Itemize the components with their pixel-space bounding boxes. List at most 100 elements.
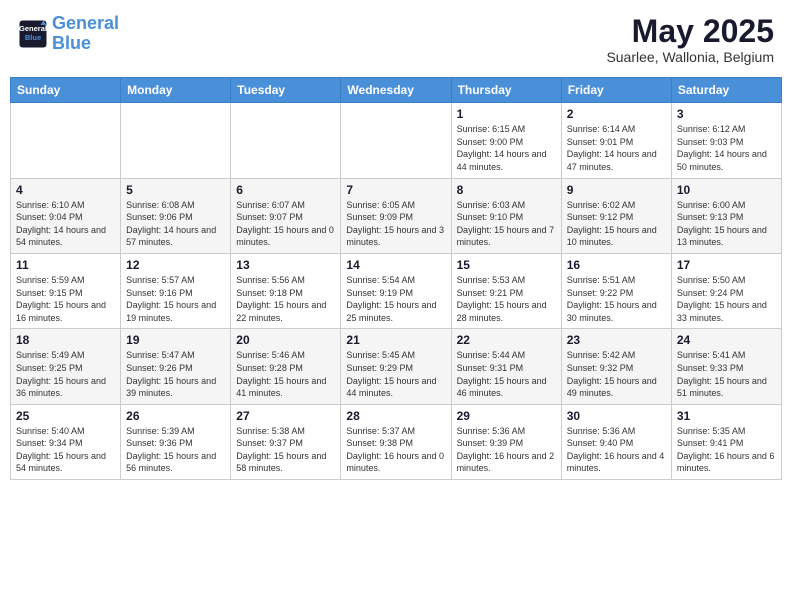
day-number: 6 xyxy=(236,183,335,197)
day-info: Sunrise: 6:07 AM Sunset: 9:07 PM Dayligh… xyxy=(236,199,335,249)
day-cell: 13Sunrise: 5:56 AM Sunset: 9:18 PM Dayli… xyxy=(231,253,341,328)
day-cell xyxy=(341,103,451,178)
logo: General Blue General Blue xyxy=(18,14,119,54)
day-cell: 1 Sunrise: 6:15 AM Sunset: 9:00 PM Daylig… xyxy=(451,103,561,178)
day-info: Sunrise: 5:39 AM Sunset: 9:36 PM Dayligh… xyxy=(126,425,225,475)
day-number: 26 xyxy=(126,409,225,423)
day-number: 1 xyxy=(457,107,556,121)
week-row-2: 4 Sunrise: 6:10 AM Sunset: 9:04 PM Daylig… xyxy=(11,178,782,253)
day-cell: 22 Sunrise: 5:44 AM Sunset: 9:31 PM Dayli… xyxy=(451,329,561,404)
day-cell: 16Sunrise: 5:51 AM Sunset: 9:22 PM Dayli… xyxy=(561,253,671,328)
day-info: Sunrise: 6:05 AM Sunset: 9:09 PM Dayligh… xyxy=(346,199,445,249)
day-info: Sunrise: 5:51 AM Sunset: 9:22 PM Dayligh… xyxy=(567,274,666,324)
day-cell: 11 Sunrise: 5:59 AM Sunset: 9:15 PM Dayli… xyxy=(11,253,121,328)
location-subtitle: Suarlee, Wallonia, Belgium xyxy=(606,49,774,65)
header-cell-thursday: Thursday xyxy=(451,78,561,103)
month-title: May 2025 xyxy=(606,14,774,49)
day-number: 10 xyxy=(677,183,776,197)
day-cell: 17 Sunrise: 5:50 AM Sunset: 9:24 PM Dayli… xyxy=(671,253,781,328)
header-row: SundayMondayTuesdayWednesdayThursdayFrid… xyxy=(11,78,782,103)
day-info: Sunrise: 5:50 AM Sunset: 9:24 PM Dayligh… xyxy=(677,274,776,324)
header-cell-wednesday: Wednesday xyxy=(341,78,451,103)
day-cell: 8Sunrise: 6:03 AM Sunset: 9:10 PM Daylig… xyxy=(451,178,561,253)
day-number: 20 xyxy=(236,333,335,347)
week-row-5: 25Sunrise: 5:40 AM Sunset: 9:34 PM Dayli… xyxy=(11,404,782,479)
day-cell: 23 Sunrise: 5:42 AM Sunset: 9:32 PM Dayli… xyxy=(561,329,671,404)
day-info: Sunrise: 5:57 AM Sunset: 9:16 PM Dayligh… xyxy=(126,274,225,324)
day-cell: 6 Sunrise: 6:07 AM Sunset: 9:07 PM Daylig… xyxy=(231,178,341,253)
week-row-3: 11 Sunrise: 5:59 AM Sunset: 9:15 PM Dayli… xyxy=(11,253,782,328)
day-cell: 14Sunrise: 5:54 AM Sunset: 9:19 PM Dayli… xyxy=(341,253,451,328)
day-number: 12 xyxy=(126,258,225,272)
day-number: 29 xyxy=(457,409,556,423)
day-info: Sunrise: 5:59 AM Sunset: 9:15 PM Dayligh… xyxy=(16,274,115,324)
day-cell: 27 Sunrise: 5:38 AM Sunset: 9:37 PM Dayli… xyxy=(231,404,341,479)
day-cell: 26 Sunrise: 5:39 AM Sunset: 9:36 PM Dayli… xyxy=(121,404,231,479)
day-info: Sunrise: 6:08 AM Sunset: 9:06 PM Dayligh… xyxy=(126,199,225,249)
day-cell: 3 Sunrise: 6:12 AM Sunset: 9:03 PM Daylig… xyxy=(671,103,781,178)
day-number: 2 xyxy=(567,107,666,121)
week-row-4: 18 Sunrise: 5:49 AM Sunset: 9:25 PM Dayli… xyxy=(11,329,782,404)
day-cell: 10Sunrise: 6:00 AM Sunset: 9:13 PM Dayli… xyxy=(671,178,781,253)
day-info: Sunrise: 6:10 AM Sunset: 9:04 PM Dayligh… xyxy=(16,199,115,249)
day-cell: 30 Sunrise: 5:36 AM Sunset: 9:40 PM Dayli… xyxy=(561,404,671,479)
svg-text:Blue: Blue xyxy=(25,33,41,42)
logo-line1: General xyxy=(52,13,119,33)
day-number: 17 xyxy=(677,258,776,272)
day-number: 30 xyxy=(567,409,666,423)
day-info: Sunrise: 5:42 AM Sunset: 9:32 PM Dayligh… xyxy=(567,349,666,399)
title-area: May 2025 Suarlee, Wallonia, Belgium xyxy=(606,14,774,65)
day-info: Sunrise: 5:44 AM Sunset: 9:31 PM Dayligh… xyxy=(457,349,556,399)
day-cell xyxy=(121,103,231,178)
day-number: 7 xyxy=(346,183,445,197)
day-number: 19 xyxy=(126,333,225,347)
day-number: 5 xyxy=(126,183,225,197)
day-number: 22 xyxy=(457,333,556,347)
header-cell-tuesday: Tuesday xyxy=(231,78,341,103)
day-cell: 9 Sunrise: 6:02 AM Sunset: 9:12 PM Daylig… xyxy=(561,178,671,253)
day-number: 21 xyxy=(346,333,445,347)
day-info: Sunrise: 5:40 AM Sunset: 9:34 PM Dayligh… xyxy=(16,425,115,475)
day-info: Sunrise: 6:12 AM Sunset: 9:03 PM Dayligh… xyxy=(677,123,776,173)
day-cell: 15Sunrise: 5:53 AM Sunset: 9:21 PM Dayli… xyxy=(451,253,561,328)
day-number: 27 xyxy=(236,409,335,423)
day-number: 3 xyxy=(677,107,776,121)
header-cell-monday: Monday xyxy=(121,78,231,103)
day-cell: 4 Sunrise: 6:10 AM Sunset: 9:04 PM Daylig… xyxy=(11,178,121,253)
day-number: 14 xyxy=(346,258,445,272)
day-number: 4 xyxy=(16,183,115,197)
day-info: Sunrise: 6:02 AM Sunset: 9:12 PM Dayligh… xyxy=(567,199,666,249)
day-cell: 28Sunrise: 5:37 AM Sunset: 9:38 PM Dayli… xyxy=(341,404,451,479)
day-info: Sunrise: 5:38 AM Sunset: 9:37 PM Dayligh… xyxy=(236,425,335,475)
day-info: Sunrise: 5:36 AM Sunset: 9:39 PM Dayligh… xyxy=(457,425,556,475)
day-cell: 7 Sunrise: 6:05 AM Sunset: 9:09 PM Daylig… xyxy=(341,178,451,253)
day-number: 18 xyxy=(16,333,115,347)
header-cell-saturday: Saturday xyxy=(671,78,781,103)
header-cell-sunday: Sunday xyxy=(11,78,121,103)
week-row-1: 1 Sunrise: 6:15 AM Sunset: 9:00 PM Daylig… xyxy=(11,103,782,178)
day-cell: 31 Sunrise: 5:35 AM Sunset: 9:41 PM Dayli… xyxy=(671,404,781,479)
calendar-table: SundayMondayTuesdayWednesdayThursdayFrid… xyxy=(10,77,782,480)
day-info: Sunrise: 6:15 AM Sunset: 9:00 PM Dayligh… xyxy=(457,123,556,173)
day-info: Sunrise: 5:56 AM Sunset: 9:18 PM Dayligh… xyxy=(236,274,335,324)
day-cell: 2 Sunrise: 6:14 AM Sunset: 9:01 PM Daylig… xyxy=(561,103,671,178)
day-cell xyxy=(11,103,121,178)
day-cell: 29 Sunrise: 5:36 AM Sunset: 9:39 PM Dayli… xyxy=(451,404,561,479)
day-number: 9 xyxy=(567,183,666,197)
day-info: Sunrise: 5:41 AM Sunset: 9:33 PM Dayligh… xyxy=(677,349,776,399)
day-info: Sunrise: 5:37 AM Sunset: 9:38 PM Dayligh… xyxy=(346,425,445,475)
day-info: Sunrise: 5:49 AM Sunset: 9:25 PM Dayligh… xyxy=(16,349,115,399)
day-number: 24 xyxy=(677,333,776,347)
logo-icon: General Blue xyxy=(18,19,48,49)
day-number: 23 xyxy=(567,333,666,347)
day-number: 31 xyxy=(677,409,776,423)
day-info: Sunrise: 6:14 AM Sunset: 9:01 PM Dayligh… xyxy=(567,123,666,173)
day-cell: 20 Sunrise: 5:46 AM Sunset: 9:28 PM Dayli… xyxy=(231,329,341,404)
day-info: Sunrise: 5:35 AM Sunset: 9:41 PM Dayligh… xyxy=(677,425,776,475)
svg-text:General: General xyxy=(19,24,47,33)
day-info: Sunrise: 5:36 AM Sunset: 9:40 PM Dayligh… xyxy=(567,425,666,475)
day-number: 11 xyxy=(16,258,115,272)
day-cell: 12 Sunrise: 5:57 AM Sunset: 9:16 PM Dayli… xyxy=(121,253,231,328)
day-cell: 21Sunrise: 5:45 AM Sunset: 9:29 PM Dayli… xyxy=(341,329,451,404)
day-info: Sunrise: 5:46 AM Sunset: 9:28 PM Dayligh… xyxy=(236,349,335,399)
